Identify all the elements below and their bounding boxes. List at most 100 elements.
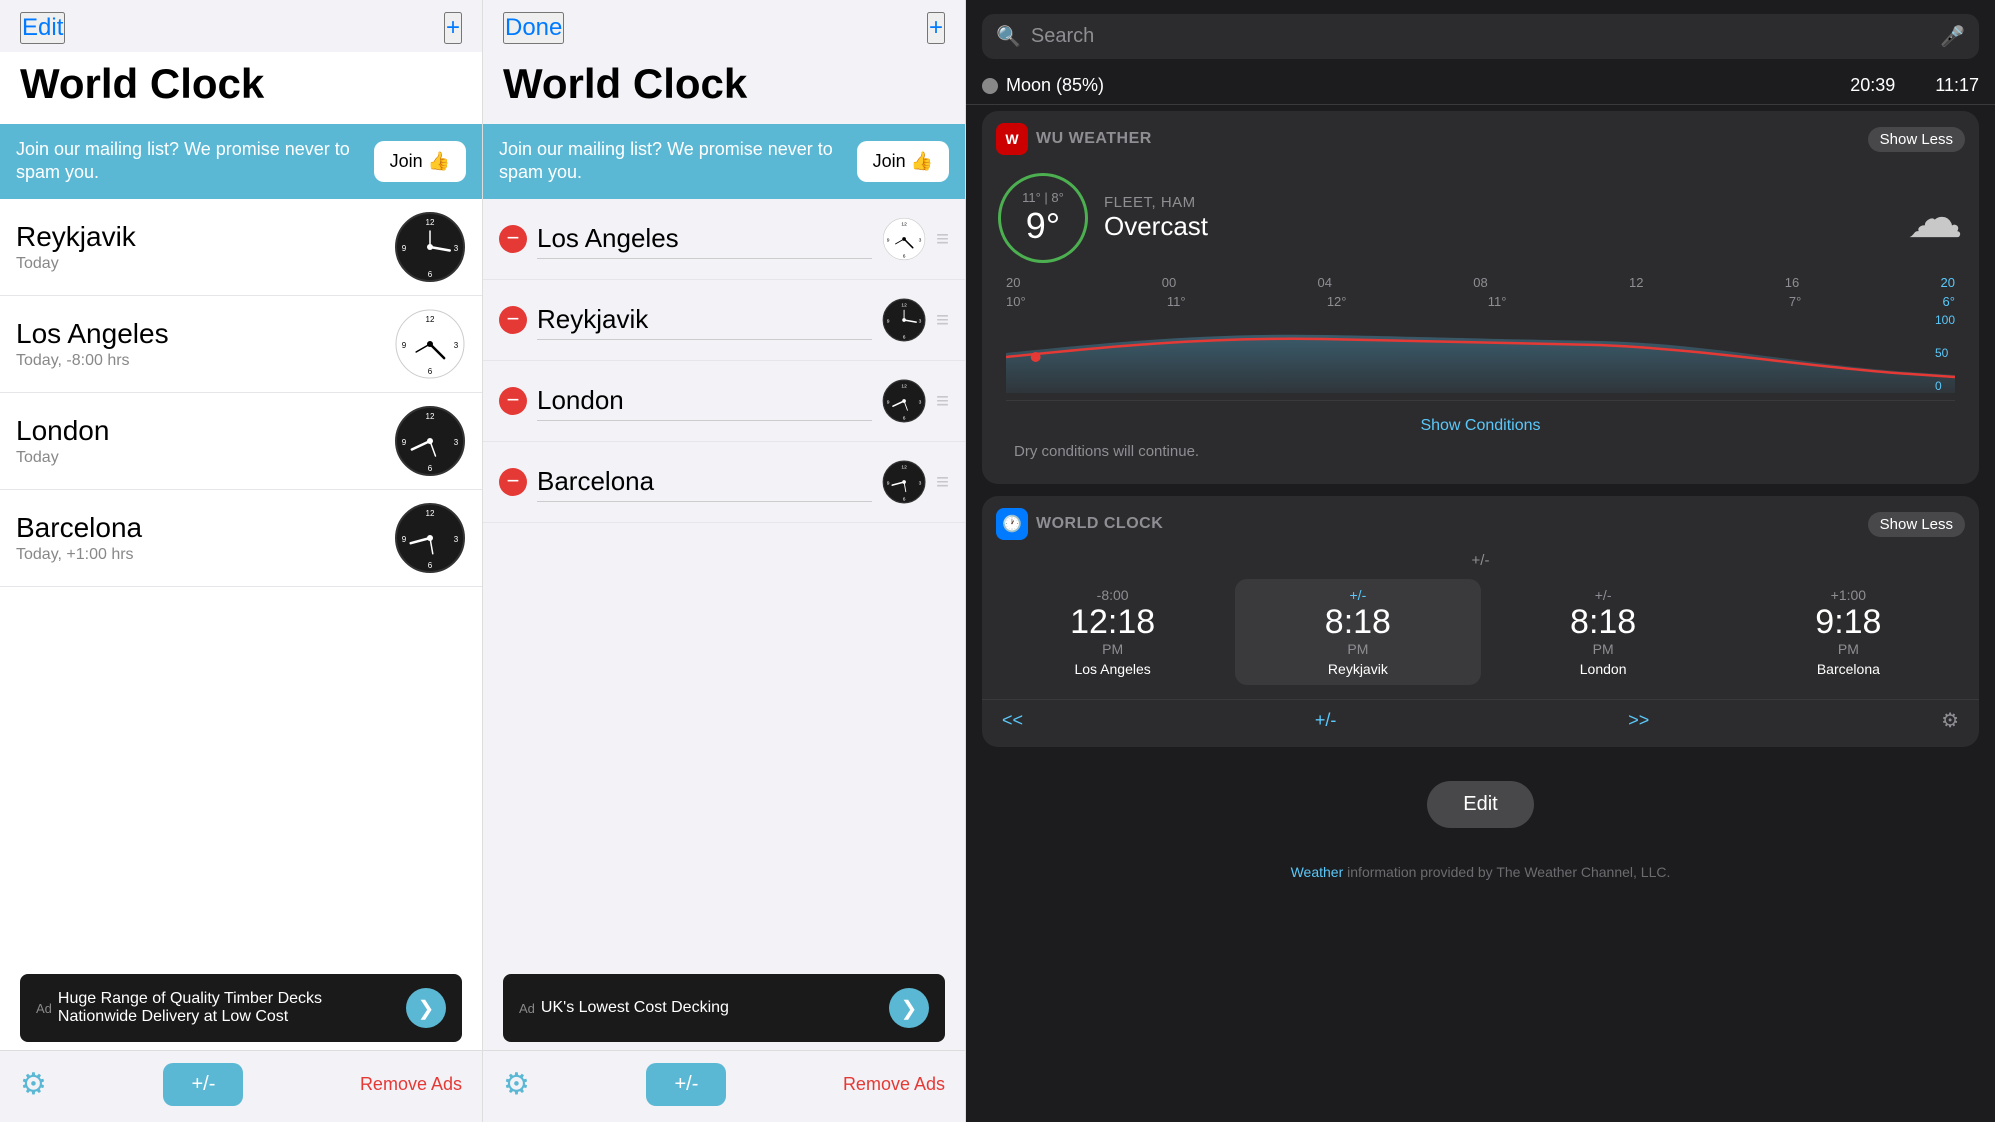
cloud-icon: ☁ [1907,185,1963,251]
svg-text:3: 3 [919,399,922,405]
weather-condition: Overcast [1104,211,1891,242]
city-input-reykjavik[interactable] [537,300,872,340]
drag-handle-la[interactable]: ≡ [936,226,949,252]
remove-ads-button-middle[interactable]: Remove Ads [843,1074,945,1095]
wc-gear-icon[interactable]: ⚙ [1941,708,1959,733]
gear-icon-middle[interactable]: ⚙ [503,1067,530,1102]
wc-ampm-reykjavik: PM [1347,641,1368,657]
svg-text:9: 9 [887,399,890,405]
drag-handle-barcelona[interactable]: ≡ [936,469,949,495]
chart-label-04: 04 [1318,275,1332,290]
ad-arrow-left[interactable]: ❯ [406,988,446,1028]
mailing-banner-middle: Join our mailing list? We promise never … [483,124,965,199]
delete-reykjavik-button[interactable] [499,306,527,334]
wc-show-less-button[interactable]: Show Less [1868,512,1965,537]
left-panel: Edit + World Clock Join our mailing list… [0,0,483,1122]
svg-text:12: 12 [426,509,435,518]
join-button-middle[interactable]: Join 👍 [857,141,949,182]
edit-row-reykjavik: 12 3 6 9 ≡ [483,280,965,361]
drag-handle-reykjavik[interactable]: ≡ [936,307,949,333]
city-name: Reykjavik [16,221,382,253]
clock-face-london-left: 12 3 6 9 [394,405,466,477]
weather-link[interactable]: Weather [1291,864,1344,880]
clock-face-barcelona-mid: 12 3 6 9 [882,454,926,510]
clock-row-london-left: London Today 12 3 6 9 [0,393,482,490]
middle-title: World Clock [483,52,965,124]
chart-label-20b: 20 [1941,275,1955,290]
city-input-barcelona[interactable] [537,462,872,502]
ad-icon-left: Ad [36,1001,52,1016]
show-conditions-button[interactable]: Show Conditions [998,409,1963,439]
chart-labels: 20 00 04 08 12 16 20 [1006,275,1955,290]
weather-info: FLEET, HAM Overcast [1104,194,1891,242]
chart-label-12: 12 [1629,275,1643,290]
world-clock-header: 🕐 WORLD CLOCK Show Less [982,496,1979,548]
weather-main: 11° | 8° 9° FLEET, HAM Overcast ☁ [998,173,1963,263]
wc-time-barcelona: 9:18 [1815,605,1881,639]
wc-time-la: 12:18 [1070,605,1155,639]
ad-icon-middle: Ad [519,1001,535,1016]
mic-icon[interactable]: 🎤 [1940,24,1965,49]
temp-big: 9° [1026,205,1060,247]
wc-ampm-barcelona: PM [1838,641,1859,657]
plus-minus-button-left[interactable]: +/- [163,1063,243,1106]
clock-face-barcelona-left: 12 3 6 9 [394,502,466,574]
edit-float-button[interactable]: Edit [1427,781,1533,828]
city-input-la[interactable] [537,219,872,259]
chart-label-20: 20 [1006,275,1020,290]
search-input[interactable] [1031,25,1930,48]
chart-area: 100 50 0 [1006,313,1955,398]
add-clock-button-middle[interactable]: + [927,12,945,44]
ad-banner-left: Ad Huge Range of Quality Timber DecksNat… [20,974,462,1042]
delete-london-button[interactable] [499,387,527,415]
wc-offset-barcelona: +1:00 [1831,587,1866,603]
delete-barcelona-button[interactable] [499,468,527,496]
mailing-banner-left: Join our mailing list? We promise never … [0,124,482,199]
svg-text:12: 12 [426,218,435,227]
svg-text:6: 6 [428,367,433,376]
temp-chart-svg [1006,313,1955,393]
svg-text:3: 3 [919,237,922,243]
wu-show-less-button[interactable]: Show Less [1868,127,1965,152]
wc-plus-minus-button[interactable]: +/- [1315,710,1337,731]
svg-text:3: 3 [454,438,459,447]
svg-text:9: 9 [402,341,407,350]
moon-row: Moon (85%) 20:39 11:17 [966,67,1995,105]
clock-face-la-left: 12 3 6 9 [394,308,466,380]
city-input-london[interactable] [537,381,872,421]
svg-text:9: 9 [887,318,890,324]
svg-text:9: 9 [402,438,407,447]
svg-text:6: 6 [428,464,433,473]
clock-row-la-left: Los Angeles Today, -8:00 hrs 12 3 6 9 [0,296,482,393]
edit-button[interactable]: Edit [20,12,65,44]
edit-row-london: 12 3 6 9 ≡ [483,361,965,442]
wc-forward-button[interactable]: >> [1628,710,1649,731]
drag-handle-london[interactable]: ≡ [936,388,949,414]
remove-ads-button-left[interactable]: Remove Ads [360,1074,462,1095]
city-sub: Today, -8:00 hrs [16,352,382,370]
svg-text:9: 9 [402,244,407,253]
city-name: Los Angeles [16,318,382,350]
moon-rise-time: 20:39 [1850,75,1895,96]
svg-text:12: 12 [901,464,907,470]
wc-nav: << +/- >> ⚙ [982,699,1979,747]
chart-label-00: 00 [1162,275,1176,290]
wc-back-button[interactable]: << [1002,710,1023,731]
mailing-text-middle: Join our mailing list? We promise never … [499,138,845,185]
clock-face-reykjavik-mid: 12 3 6 9 [882,292,926,348]
gear-icon-left[interactable]: ⚙ [20,1067,47,1102]
svg-text:3: 3 [454,244,459,253]
plus-minus-button-middle[interactable]: +/- [646,1063,726,1106]
svg-text:3: 3 [919,318,922,324]
join-button-left[interactable]: Join 👍 [374,141,466,182]
wu-weather-name: WU WEATHER [1036,130,1152,148]
wc-col-reykjavik: +/- 8:18 PM Reykjavik [1235,579,1480,685]
ad-arrow-middle[interactable]: ❯ [889,988,929,1028]
clock-face-reykjavik-left: 12 3 6 9 [394,211,466,283]
moon-label: Moon (85%) [1006,75,1104,96]
add-clock-button-left[interactable]: + [444,12,462,44]
svg-text:12: 12 [426,315,435,324]
delete-la-button[interactable] [499,225,527,253]
weather-location: FLEET, HAM [1104,194,1891,211]
done-button[interactable]: Done [503,12,564,44]
